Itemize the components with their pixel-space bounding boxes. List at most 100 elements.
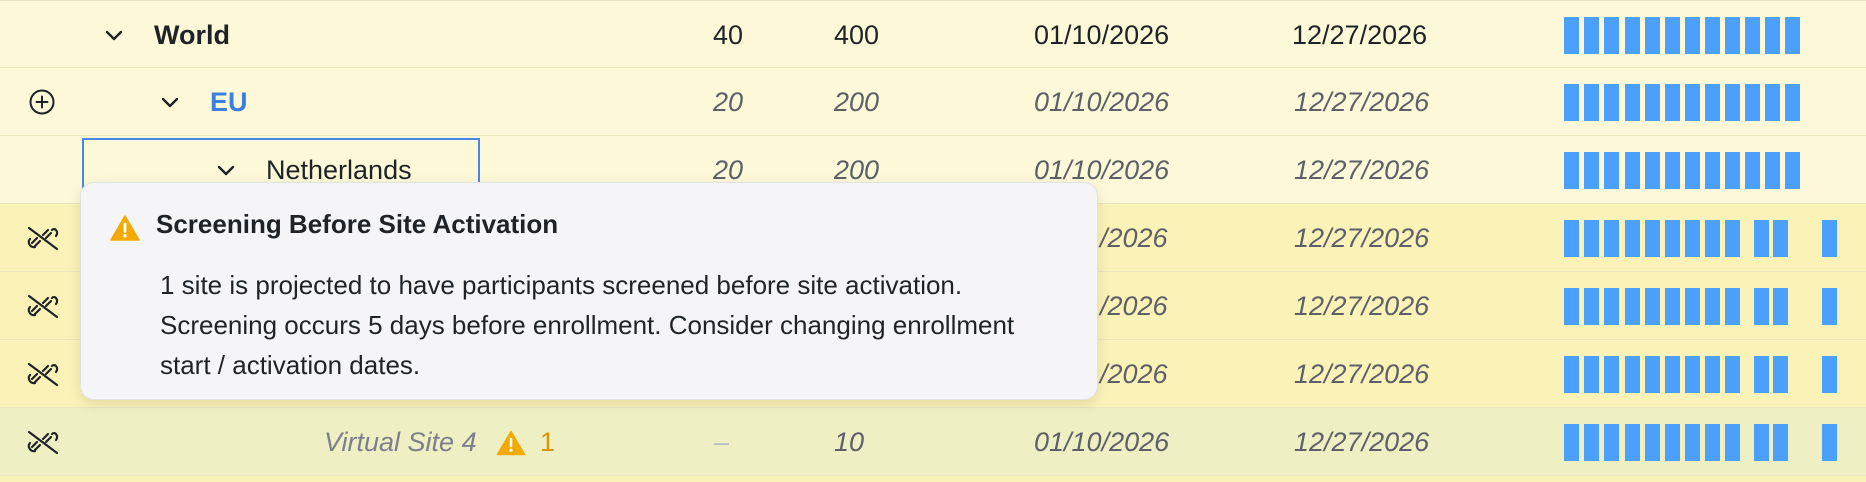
timeline-bar [1685,84,1700,121]
timeline-bar [1604,220,1619,257]
timeline-bar [1564,17,1579,54]
timeline-bar [1773,220,1788,257]
link-broken-icon[interactable] [26,224,59,252]
timeline-bar [1705,220,1720,257]
end-date-cell: 12/27/2026 [1294,223,1430,253]
timeline-bar [1645,288,1660,325]
timeline-bar [1604,356,1619,393]
end-date-cell: 12/27/2026 [1294,427,1430,457]
timeline-bar [1822,424,1837,461]
timeline-bar [1705,288,1720,325]
timeline-bar [1765,152,1780,189]
warning-tooltip: Screening Before Site Activation 1 site … [80,182,1098,400]
start-date-cell: 01/10/2026 [1034,427,1170,457]
end-date-cell: 12/27/2026 [1294,291,1430,321]
site-name[interactable]: Virtual Site 4 [324,408,480,476]
timeline-bar [1785,84,1800,121]
timeline-bar [1645,220,1660,257]
table-row[interactable]: World 40 400 01/10/2026 12/27/2026 [0,0,1866,68]
table-row[interactable]: EU 20 200 01/10/2026 12/27/2026 [0,68,1866,136]
timeline-bar [1584,17,1599,54]
timeline-bar [1625,424,1640,461]
timeline-bar [1645,424,1660,461]
warning-count[interactable]: 1 [540,408,555,476]
timeline-bar [1725,424,1740,461]
timeline-bar [1725,220,1740,257]
timeline-bar [1685,288,1700,325]
chevron-down-icon[interactable] [214,158,238,182]
timeline-bar [1625,17,1640,54]
timeline-bar [1645,84,1660,121]
timeline-bar [1773,424,1788,461]
link-broken-icon[interactable] [26,292,59,320]
timeline-bar [1754,424,1769,461]
timeline-bar [1564,424,1579,461]
timeline-bar [1754,356,1769,393]
timeline-bar [1705,356,1720,393]
count-cell: 40 [713,20,744,50]
timeline-bar [1705,152,1720,189]
timeline-bar [1685,17,1700,54]
timeline-bar [1625,288,1640,325]
timeline-bar [1584,288,1599,325]
timeline-bars [1564,152,1844,189]
tooltip-body: 1 site is projected to have participants… [160,270,1015,380]
row-name-link[interactable]: EU [210,68,248,136]
timeline-bar [1665,356,1680,393]
timeline-bar [1705,424,1720,461]
timeline-bar [1665,288,1680,325]
timeline-bar [1645,356,1660,393]
timeline-bars [1564,288,1844,325]
end-date-cell: 12/27/2026 [1294,155,1430,185]
end-date-cell: 12/27/2026 [1292,20,1428,50]
start-date-cell: /2026 [1100,359,1168,389]
timeline-bar [1564,152,1579,189]
timeline-bar [1665,152,1680,189]
link-broken-icon[interactable] [26,360,59,388]
timeline-bar [1745,152,1760,189]
timeline-bar [1564,356,1579,393]
timeline-bars [1564,356,1844,393]
timeline-bar [1765,84,1780,121]
timeline-bar [1564,220,1579,257]
chevron-down-icon[interactable] [102,23,126,47]
table-row [0,476,1866,482]
timeline-bar [1665,424,1680,461]
warning-triangle-icon[interactable] [496,430,526,456]
start-date-cell: /2026 [1100,291,1168,321]
timeline-bar [1604,152,1619,189]
timeline-bar [1584,424,1599,461]
row-name: World [154,20,230,50]
timeline-bar [1705,84,1720,121]
timeline-bar [1584,356,1599,393]
timeline-bar [1584,84,1599,121]
timeline-bar [1645,17,1660,54]
timeline-bar [1725,152,1740,189]
count-cell: 200 [834,87,880,117]
start-date-cell: /2026 [1100,223,1168,253]
link-broken-icon[interactable] [26,428,59,456]
chevron-down-icon[interactable] [158,90,182,114]
timeline-bar [1685,220,1700,257]
timeline-bar [1665,17,1680,54]
circle-plus-icon[interactable] [26,88,58,116]
timeline-bar [1625,356,1640,393]
timeline-bar [1725,356,1740,393]
timeline-bar [1604,84,1619,121]
timeline-bar [1822,220,1837,257]
timeline-bar [1754,288,1769,325]
timeline-bar [1625,84,1640,121]
timeline-bars [1564,17,1844,54]
timeline-bar [1773,356,1788,393]
count-cell: 10 [834,427,865,457]
tooltip-title: Screening Before Site Activation [156,209,559,239]
timeline-bar [1665,220,1680,257]
timeline-bars [1564,84,1844,121]
timeline-bar [1665,84,1680,121]
timeline-bar [1645,152,1660,189]
timeline-bar [1754,220,1769,257]
timeline-bar [1725,288,1740,325]
table-row[interactable]: Virtual Site 4 1 – 10 01/10/2026 12/27/2… [0,408,1866,476]
timeline-bar [1725,84,1740,121]
timeline-bar [1685,424,1700,461]
